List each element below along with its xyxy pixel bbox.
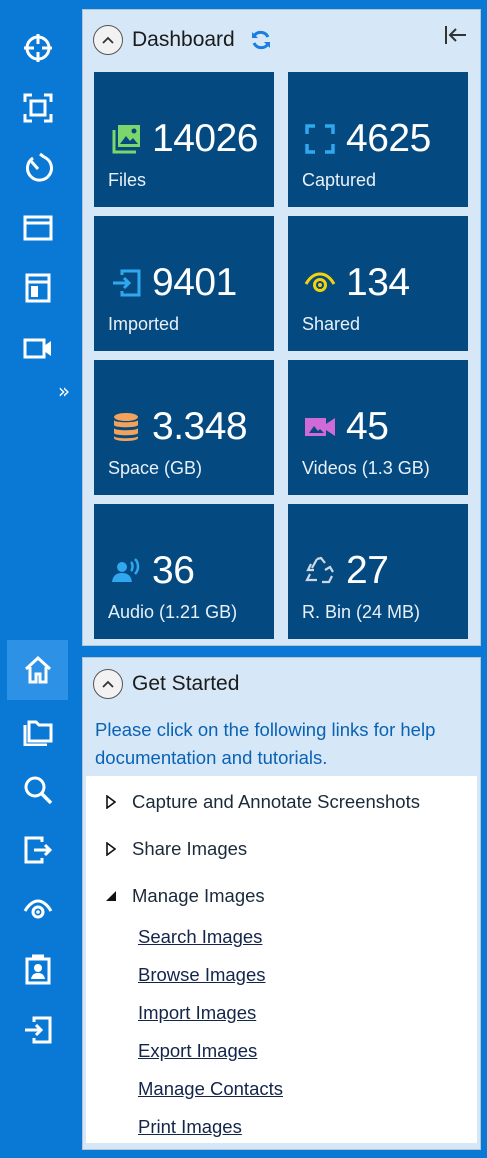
videos-tile[interactable]: 45 Videos (1.3 GB) xyxy=(288,360,468,495)
files-count: 14026 xyxy=(152,117,258,160)
recycle-icon xyxy=(305,556,334,584)
dashboard-title: Dashboard xyxy=(132,28,235,51)
imported-label: Imported xyxy=(108,314,180,334)
link-search-images[interactable]: Search Images xyxy=(138,925,262,949)
link-print-images[interactable]: Print Images xyxy=(138,1115,242,1139)
space-label: Space (GB) xyxy=(108,458,203,478)
collapse-dashboard-button[interactable] xyxy=(93,25,123,55)
region-capture-button[interactable] xyxy=(7,78,68,138)
files-label: Files xyxy=(108,170,147,190)
contacts-icon xyxy=(25,954,50,985)
export-icon xyxy=(24,836,52,864)
chevron-up-icon xyxy=(102,36,114,44)
export-button[interactable] xyxy=(7,820,68,880)
import-icon xyxy=(24,1016,51,1044)
get-started-panel: Get Started Please click on the followin… xyxy=(82,657,481,1150)
window-capture-icon xyxy=(23,215,52,241)
link-export-images[interactable]: Export Images xyxy=(138,1039,257,1063)
help-topics-list: Capture and Annotate Screenshots Share I… xyxy=(86,776,477,1143)
capture-frame-icon xyxy=(305,124,335,154)
section-share-images[interactable]: Share Images xyxy=(86,834,247,864)
timer-capture-button[interactable] xyxy=(7,138,68,198)
database-icon xyxy=(114,413,138,441)
share-eye-icon xyxy=(304,272,336,292)
get-started-description: Please click on the following links for … xyxy=(95,719,436,768)
video-capture-button[interactable] xyxy=(7,318,68,378)
video-capture-icon xyxy=(23,338,51,359)
expand-toolbar-button[interactable]: » xyxy=(54,378,74,404)
imported-count: 9401 xyxy=(152,261,237,304)
left-toolbar: » xyxy=(0,0,75,1158)
image-icon xyxy=(112,125,140,154)
section-label: Manage Images xyxy=(132,885,265,906)
home-button[interactable] xyxy=(7,640,68,700)
get-started-header: Get Started xyxy=(93,668,239,700)
scroll-capture-button[interactable] xyxy=(7,258,68,318)
videos-count: 45 xyxy=(346,405,389,448)
videos-label: Videos (1.3 GB) xyxy=(302,458,430,478)
section-capture-annotate[interactable]: Capture and Annotate Screenshots xyxy=(86,787,420,817)
imported-tile[interactable]: 9401 Imported xyxy=(94,216,274,351)
captured-label: Captured xyxy=(302,170,377,190)
audio-count: 36 xyxy=(152,549,195,592)
section-label: Capture and Annotate Screenshots xyxy=(132,791,420,812)
recycle-bin-tile[interactable]: 27 R. Bin (24 MB) xyxy=(288,504,468,639)
home-icon xyxy=(24,655,51,684)
scroll-capture-icon xyxy=(25,273,50,303)
search-button[interactable] xyxy=(7,760,68,820)
crosshair-icon xyxy=(23,34,52,62)
shared-label: Shared xyxy=(302,314,361,334)
recycle-bin-count: 27 xyxy=(346,549,389,592)
timer-capture-icon xyxy=(25,152,53,182)
share-button[interactable] xyxy=(7,880,68,940)
dashboard-header: Dashboard xyxy=(93,24,273,56)
share-icon xyxy=(23,899,52,919)
section-label: Share Images xyxy=(132,838,248,859)
captured-tile[interactable]: 4625 Captured xyxy=(288,72,468,207)
audio-tile[interactable]: 36 Audio (1.21 GB) xyxy=(94,504,274,639)
shared-tile[interactable]: 134 Shared xyxy=(288,216,468,351)
space-tile[interactable]: 3.348 Space (GB) xyxy=(94,360,274,495)
space-value: 3.348 xyxy=(152,405,248,448)
crosshair-capture-button[interactable] xyxy=(7,18,68,78)
link-browse-images[interactable]: Browse Images xyxy=(138,963,266,987)
browse-button[interactable] xyxy=(7,700,68,760)
browse-icon xyxy=(23,720,52,746)
triangle-down-icon xyxy=(106,891,116,901)
captured-count: 4625 xyxy=(346,117,431,160)
window-capture-button[interactable] xyxy=(7,198,68,258)
collapse-panel-icon[interactable] xyxy=(442,22,468,48)
section-manage-images[interactable]: Manage Images xyxy=(86,881,265,911)
triangle-right-icon xyxy=(106,795,116,809)
files-tile[interactable]: 14026 Files xyxy=(94,72,274,207)
region-capture-icon xyxy=(23,93,52,123)
dashboard-panel: Dashboard 14026 Files 4625 Captured 9401… xyxy=(82,9,481,646)
collapse-get-started-button[interactable] xyxy=(93,669,123,699)
shared-count: 134 xyxy=(346,261,410,304)
get-started-title: Get Started xyxy=(132,672,240,695)
import-button[interactable] xyxy=(7,1000,68,1060)
link-manage-contacts[interactable]: Manage Contacts xyxy=(138,1077,283,1101)
import-icon xyxy=(113,269,141,297)
search-icon xyxy=(24,776,52,805)
refresh-icon[interactable] xyxy=(249,28,273,52)
recycle-bin-label: R. Bin (24 MB) xyxy=(302,602,421,622)
speaker-icon xyxy=(112,558,140,582)
triangle-right-icon xyxy=(106,842,116,856)
contacts-button[interactable] xyxy=(7,940,68,1000)
link-import-images[interactable]: Import Images xyxy=(138,1001,256,1025)
video-icon xyxy=(305,418,335,436)
audio-label: Audio (1.21 GB) xyxy=(108,602,238,622)
chevron-up-icon xyxy=(102,680,114,688)
